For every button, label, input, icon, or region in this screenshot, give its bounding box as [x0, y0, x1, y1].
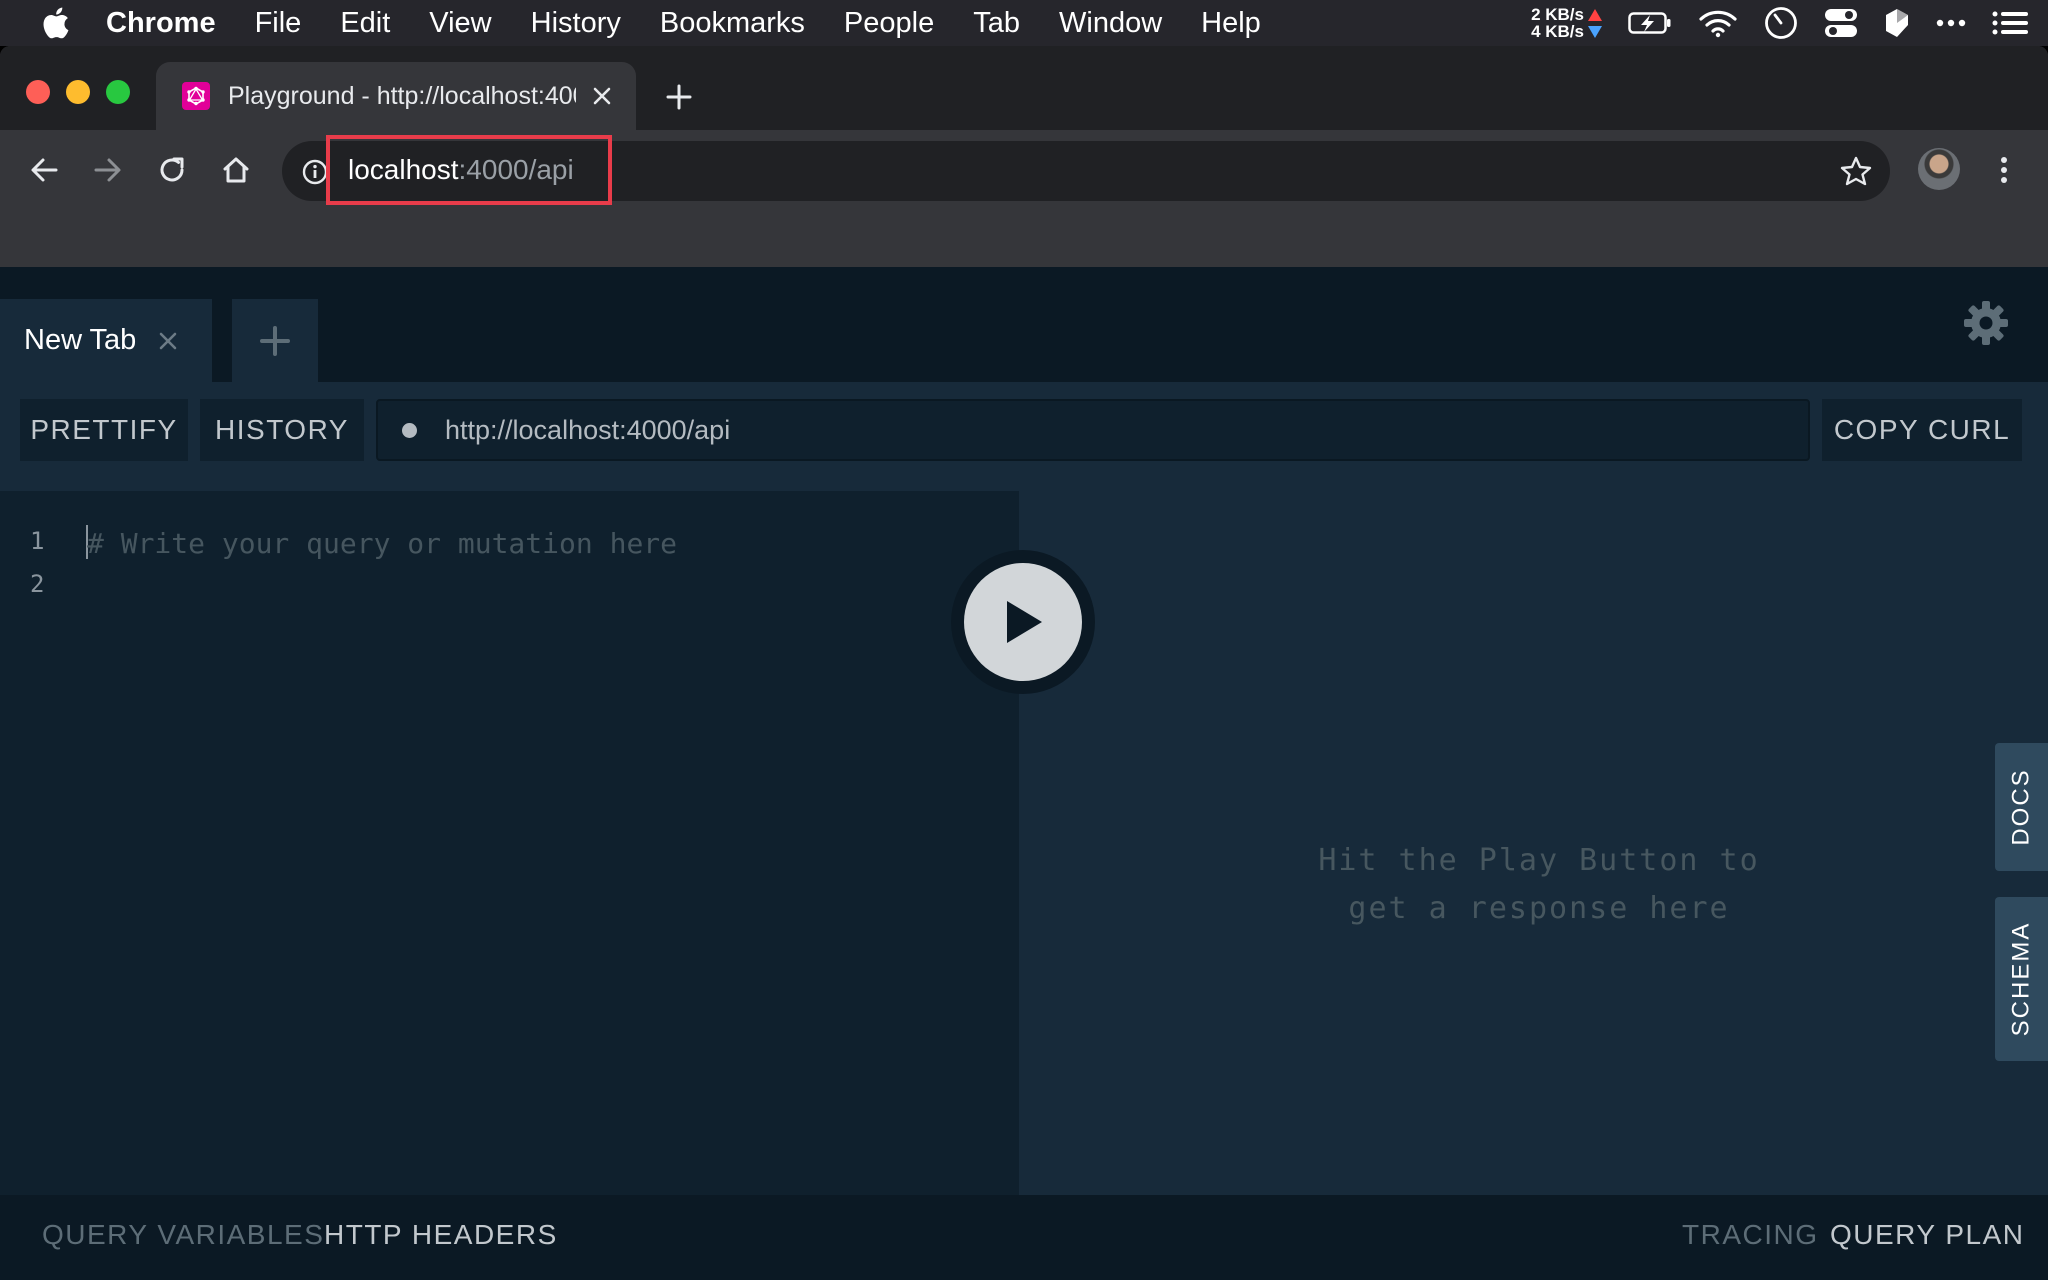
macos-menubar: Chrome File Edit View History Bookmarks …	[0, 0, 2048, 46]
result-panel: Hit the Play Button to get a response he…	[1019, 491, 2048, 1195]
more-dots-icon[interactable]	[1936, 19, 1966, 27]
chrome-window: Playground - http://localhost:4000/api l…	[0, 46, 2048, 1280]
line-number: 1	[30, 527, 45, 555]
new-tab-plus-icon[interactable]	[664, 82, 694, 112]
playground-tab-label: New Tab	[24, 324, 137, 356]
docs-label: DOCS	[2007, 768, 2035, 846]
playground-tab-new-tab[interactable]: New Tab	[0, 299, 212, 382]
add-playground-tab-button[interactable]	[232, 299, 318, 382]
status-tray: 2 KB/s 4 KB/s	[1531, 0, 2028, 46]
window-close-button[interactable]	[26, 80, 50, 104]
home-icon[interactable]	[216, 150, 256, 190]
url-host: localhost	[348, 154, 459, 185]
playground-toolbar: PRETTIFY HISTORY http://localhost:4000/a…	[0, 382, 2048, 491]
browser-toolbar: localhost:4000/api	[0, 130, 2048, 210]
menu-window[interactable]: Window	[1059, 7, 1162, 40]
browser-tab-playground[interactable]: Playground - http://localhost:4000/api	[156, 62, 636, 130]
menu-file[interactable]: File	[255, 7, 302, 40]
play-button-face	[964, 563, 1082, 681]
window-minimize-button[interactable]	[66, 80, 90, 104]
plus-icon	[260, 325, 290, 356]
menu-help[interactable]: Help	[1201, 7, 1261, 40]
notification-list-icon[interactable]	[1992, 11, 2028, 35]
close-playground-tab-icon[interactable]	[156, 329, 180, 353]
chrome-menu-icon[interactable]	[1984, 150, 2024, 190]
browser-tab-title: Playground - http://localhost:4000/api	[228, 81, 576, 110]
playground-tab-bar: New Tab	[0, 267, 2048, 382]
clock-icon[interactable]	[1764, 6, 1798, 40]
download-arrow-icon	[1588, 25, 1602, 38]
docs-side-tab[interactable]: DOCS	[1995, 743, 2048, 871]
result-hint: Hit the Play Button to get a response he…	[1259, 837, 1819, 933]
schema-side-tab[interactable]: SCHEMA	[1995, 897, 2048, 1061]
reload-icon[interactable]	[152, 150, 192, 190]
prettify-button[interactable]: PRETTIFY	[20, 399, 188, 461]
schema-label: SCHEMA	[2007, 921, 2035, 1037]
menu-app-chrome[interactable]: Chrome	[106, 7, 216, 40]
net-upload-speed: 2 KB/s	[1531, 5, 1584, 24]
profile-avatar[interactable]	[1918, 148, 1960, 190]
menu-edit[interactable]: Edit	[340, 7, 390, 40]
line-number: 2	[30, 570, 45, 598]
bookmark-star-icon[interactable]	[1840, 156, 1872, 186]
playground-footer: QUERY VARIABLES HTTP HEADERS TRACING QUE…	[0, 1195, 2048, 1280]
site-info-icon[interactable]	[302, 159, 328, 185]
endpoint-url-input[interactable]: http://localhost:4000/api	[376, 399, 1810, 461]
menu-bookmarks[interactable]: Bookmarks	[660, 7, 805, 40]
bookmarks-bar	[0, 210, 2048, 267]
browser-tab-strip: Playground - http://localhost:4000/api	[0, 46, 2048, 130]
app-status-icon[interactable]	[1884, 7, 1910, 39]
apple-icon[interactable]	[40, 5, 74, 41]
net-download-speed: 4 KB/s	[1531, 22, 1584, 41]
battery-icon[interactable]	[1628, 11, 1672, 35]
network-speed-indicator[interactable]: 2 KB/s 4 KB/s	[1531, 6, 1602, 40]
query-variables-tab[interactable]: QUERY VARIABLES	[42, 1219, 324, 1251]
query-plan-tab[interactable]: QUERY PLAN	[1830, 1219, 2024, 1251]
forward-arrow-icon[interactable]	[88, 150, 128, 190]
menu-people[interactable]: People	[844, 7, 934, 40]
upload-arrow-icon	[1588, 8, 1602, 21]
http-headers-tab[interactable]: HTTP HEADERS	[324, 1219, 558, 1251]
address-bar[interactable]: localhost:4000/api	[282, 135, 1890, 205]
menu-history[interactable]: History	[531, 7, 621, 40]
back-arrow-icon[interactable]	[24, 150, 64, 190]
result-hint-line-2: get a response here	[1348, 891, 1730, 926]
graphql-favicon-icon	[182, 82, 210, 110]
endpoint-url-text: http://localhost:4000/api	[445, 414, 731, 445]
url-text-highlighted[interactable]: localhost:4000/api	[326, 135, 612, 205]
wifi-icon[interactable]	[1698, 8, 1738, 38]
copy-curl-button[interactable]: COPY CURL	[1822, 399, 2022, 461]
connection-status-dot	[402, 422, 417, 438]
result-hint-line-1: Hit the Play Button to	[1318, 843, 1760, 878]
history-button[interactable]: HISTORY	[200, 399, 364, 461]
menu-view[interactable]: View	[429, 7, 491, 40]
tracing-tab[interactable]: TRACING	[1682, 1219, 1819, 1251]
window-zoom-button[interactable]	[106, 80, 130, 104]
execute-query-button[interactable]	[951, 550, 1095, 694]
url-path: :4000/api	[458, 154, 574, 185]
play-icon	[1007, 601, 1042, 643]
editor-placeholder-comment: # Write your query or mutation here	[87, 527, 678, 560]
control-center-icon[interactable]	[1824, 7, 1858, 39]
graphql-playground: New Tab PRETTIFY HISTORY http://localhos…	[0, 267, 2048, 1280]
query-editor[interactable]: 1 2 # Write your query or mutation here	[0, 491, 1019, 1195]
menu-tab[interactable]: Tab	[973, 7, 1020, 40]
settings-gear-icon[interactable]	[1962, 299, 2010, 347]
close-tab-icon[interactable]	[590, 84, 614, 108]
